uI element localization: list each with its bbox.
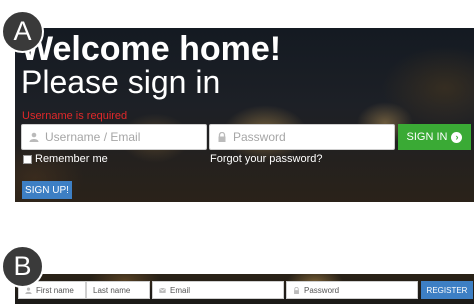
register-password-placeholder: Password [304,285,340,295]
email-field[interactable]: Email [152,281,284,299]
password-field[interactable] [209,124,395,150]
user-icon [29,132,39,142]
forgot-password-link[interactable]: Forgot your password? [210,153,323,165]
arrow-right-circle-icon: › [451,131,463,143]
remember-me[interactable]: Remember me [23,153,108,165]
signin-panel: Welcome home! Please sign in Username is… [15,28,474,202]
username-error: Username is required [22,110,128,122]
figure-label-b: B [1,245,44,288]
first-name-placeholder: First name [36,285,74,295]
password-input[interactable] [233,130,383,144]
figure-label-a: A [1,10,44,53]
username-field[interactable] [21,124,207,150]
username-input[interactable] [45,130,195,144]
signin-button-label: SIGN IN [406,131,448,143]
lock-icon [218,132,226,142]
register-panel: First name Last name Email Password REGI… [15,274,474,304]
lock-icon [294,286,299,294]
email-placeholder: Email [170,285,191,295]
register-password-field[interactable]: Password [286,281,418,299]
last-name-placeholder: Last name [93,285,131,295]
last-name-field[interactable]: Last name [86,281,150,299]
signup-button[interactable]: SIGN UP! [22,181,72,199]
signin-subtitle: Please sign in [21,64,221,100]
welcome-title: Welcome home! [21,30,282,68]
remember-checkbox[interactable] [23,154,32,164]
register-button[interactable]: REGISTER [421,281,473,299]
email-icon [159,287,166,293]
remember-label: Remember me [35,153,108,165]
signin-button[interactable]: SIGN IN › [398,124,471,150]
